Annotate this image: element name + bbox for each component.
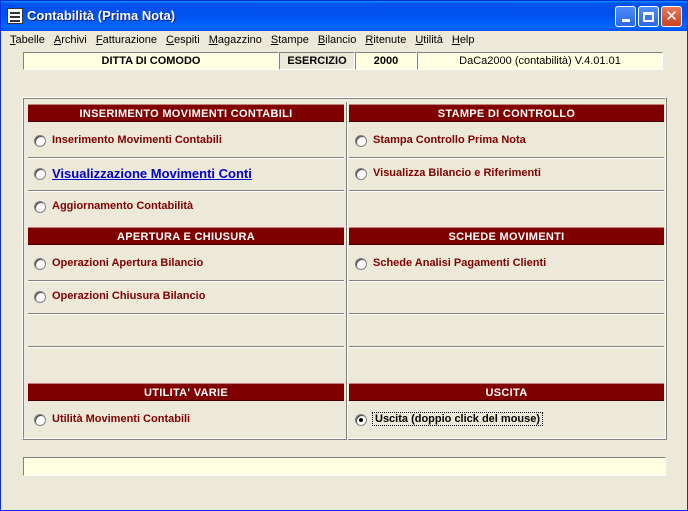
menu-option-visualizza-bilancio[interactable]: Visualizza Bilancio e Riferimenti	[349, 158, 664, 191]
app-version: DaCa2000 (contabilità) V.4.01.01	[417, 52, 663, 70]
maximize-icon	[643, 11, 654, 22]
menu-option-inserimento-movimenti[interactable]: Inserimento Movimenti Contabili	[28, 125, 344, 158]
option-label-link[interactable]: Visualizzazione Movimenti Conti	[52, 166, 252, 181]
radio-button[interactable]	[34, 135, 46, 147]
option-label[interactable]: Stampa Controllo Prima Nota	[373, 134, 526, 146]
close-button[interactable]: ✕	[661, 6, 682, 27]
menu-bar: Tabelle Archivi Fatturazione Cespiti Mag…	[1, 31, 687, 49]
company-name: DITTA DI COMODO	[23, 52, 279, 70]
window-title: Contabilità (Prima Nota)	[27, 8, 176, 23]
option-label[interactable]: Schede Analisi Pagamenti Clienti	[373, 257, 546, 269]
empty-row	[28, 347, 344, 380]
title-bar[interactable]: Contabilità (Prima Nota) ✕	[1, 1, 687, 31]
section-header-apertura: APERTURA E CHIUSURA	[28, 227, 344, 245]
menu-option-schede-analisi[interactable]: Schede Analisi Pagamenti Clienti	[349, 248, 664, 281]
option-label[interactable]: Aggiornamento Contabilità	[52, 200, 193, 212]
menu-option-chiusura-bilancio[interactable]: Operazioni Chiusura Bilancio	[28, 281, 344, 314]
menu-fatturazione[interactable]: Fatturazione	[92, 31, 162, 49]
radio-button[interactable]	[34, 414, 46, 426]
option-label[interactable]: Operazioni Chiusura Bilancio	[52, 290, 205, 302]
option-label[interactable]: Visualizza Bilancio e Riferimenti	[373, 167, 541, 179]
menu-stampe[interactable]: Stampe	[267, 31, 314, 49]
year-value: 2000	[355, 52, 417, 70]
close-icon: ✕	[665, 7, 678, 25]
status-bar	[23, 457, 666, 476]
menu-option-stampa-controllo[interactable]: Stampa Controllo Prima Nota	[349, 125, 664, 158]
option-label[interactable]: Uscita (doppio click del mouse)	[371, 412, 544, 426]
radio-button[interactable]	[34, 201, 46, 213]
menu-magazzino[interactable]: Magazzino	[205, 31, 267, 49]
section-header-schede: SCHEDE MOVIMENTI	[349, 227, 664, 245]
menu-option-visualizzazione-movimenti[interactable]: Visualizzazione Movimenti Conti	[28, 158, 344, 191]
radio-button[interactable]	[34, 291, 46, 303]
menu-bilancio[interactable]: Bilancio	[314, 31, 362, 49]
menu-cespiti[interactable]: Cespiti	[162, 31, 205, 49]
option-label[interactable]: Utilità Movimenti Contabili	[52, 413, 190, 425]
option-label[interactable]: Inserimento Movimenti Contabili	[52, 134, 222, 146]
section-header-uscita: USCITA	[349, 383, 664, 401]
menu-option-aggiornamento-contabilita[interactable]: Aggiornamento Contabilità	[28, 191, 344, 224]
app-window: Contabilità (Prima Nota) ✕ Tabelle Archi…	[0, 0, 688, 511]
minimize-button[interactable]	[615, 6, 636, 27]
menu-option-utilita-movimenti[interactable]: Utilità Movimenti Contabili	[28, 404, 344, 437]
empty-row	[349, 314, 664, 347]
menu-option-uscita[interactable]: Uscita (doppio click del mouse)	[349, 404, 664, 437]
radio-button[interactable]	[34, 168, 46, 180]
main-menu-inner: INSERIMENTO MOVIMENTI CONTABILI Inserime…	[23, 98, 666, 440]
minimize-icon	[621, 19, 630, 22]
section-header-inserimento: INSERIMENTO MOVIMENTI CONTABILI	[28, 104, 344, 122]
radio-button[interactable]	[355, 258, 367, 270]
column-divider	[346, 102, 348, 440]
menu-utilita[interactable]: Utilità	[411, 31, 448, 49]
radio-button[interactable]	[355, 168, 367, 180]
main-menu-panel: INSERIMENTO MOVIMENTI CONTABILI Inserime…	[22, 97, 667, 440]
empty-row	[349, 281, 664, 314]
menu-tabelle[interactable]: Tabelle	[6, 31, 50, 49]
menu-help[interactable]: Help	[448, 31, 480, 49]
empty-row	[28, 314, 344, 347]
menu-option-apertura-bilancio[interactable]: Operazioni Apertura Bilancio	[28, 248, 344, 281]
year-label: ESERCIZIO	[279, 52, 355, 70]
maximize-button[interactable]	[638, 6, 659, 27]
info-bar: DITTA DI COMODO ESERCIZIO 2000 DaCa2000 …	[23, 52, 663, 70]
section-header-utilita: UTILITA' VARIE	[28, 383, 344, 401]
empty-row	[349, 347, 664, 380]
option-label[interactable]: Operazioni Apertura Bilancio	[52, 257, 203, 269]
radio-button-selected[interactable]	[355, 414, 367, 426]
section-header-stampe: STAMPE DI CONTROLLO	[349, 104, 664, 122]
empty-row	[349, 191, 664, 224]
menu-archivi[interactable]: Archivi	[50, 31, 92, 49]
app-icon[interactable]	[7, 8, 23, 24]
radio-button[interactable]	[355, 135, 367, 147]
radio-button[interactable]	[34, 258, 46, 270]
menu-ritenute[interactable]: Ritenute	[361, 31, 411, 49]
